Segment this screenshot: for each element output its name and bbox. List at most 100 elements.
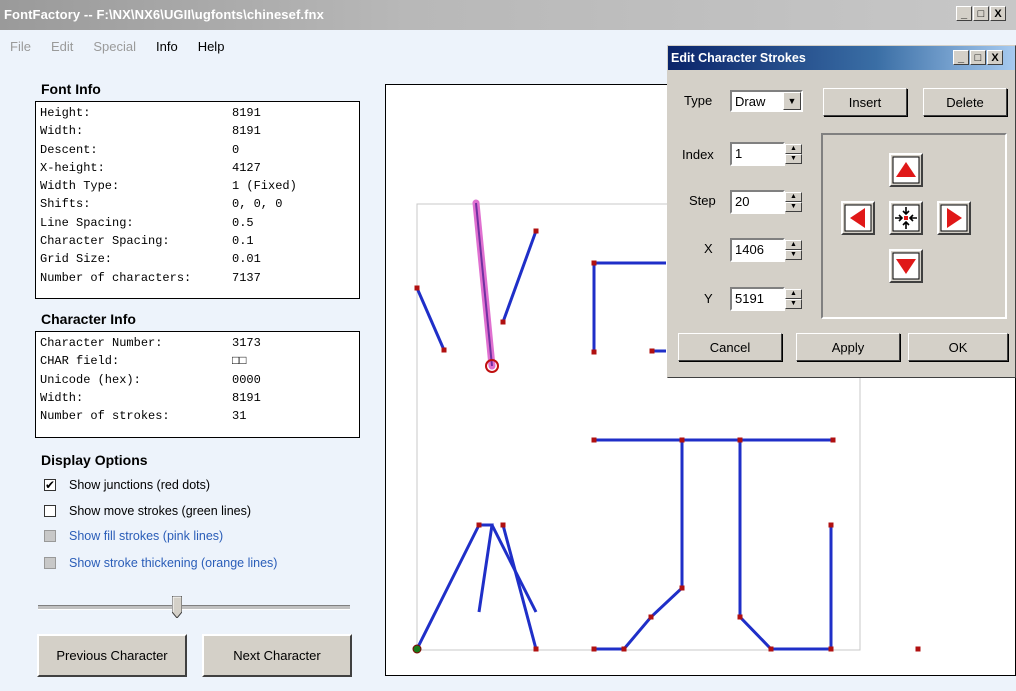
info-value: □□ bbox=[232, 354, 247, 369]
junction-dot bbox=[591, 646, 597, 652]
step-spinner[interactable]: ▲ ▼ bbox=[785, 192, 802, 212]
display-options-title: Display Options bbox=[41, 452, 148, 468]
info-key: Height: bbox=[40, 106, 91, 120]
next-character-button[interactable]: Next Character bbox=[202, 634, 352, 677]
move-left-button[interactable] bbox=[841, 201, 875, 235]
option-show-stroke-thickening: Show stroke thickening (orange lines) bbox=[44, 556, 277, 570]
info-key: Shifts: bbox=[40, 197, 91, 212]
option-label: Show fill strokes (pink lines) bbox=[69, 529, 224, 543]
info-value: 3173 bbox=[232, 336, 261, 350]
center-arrows-icon bbox=[892, 204, 920, 232]
nudge-panel bbox=[821, 133, 1007, 319]
info-row: Shifts: 0, 0, 0 bbox=[40, 195, 359, 213]
info-value: 7137 bbox=[232, 270, 261, 285]
x-spinner[interactable]: ▲ ▼ bbox=[785, 240, 802, 260]
option-show-fill-strokes: Show fill strokes (pink lines) bbox=[44, 529, 223, 543]
info-row: Character Spacing: 0.1 bbox=[40, 232, 359, 250]
edit-strokes-dialog: Edit Character Strokes _ □ X Type Draw ▼… bbox=[667, 45, 1016, 378]
junction-dot bbox=[828, 646, 834, 652]
junction-dot bbox=[591, 437, 597, 443]
junction-dot bbox=[830, 437, 836, 443]
junction-dot bbox=[500, 522, 506, 528]
info-value: 4127 bbox=[232, 160, 261, 175]
junction-dot bbox=[679, 585, 685, 591]
junction-dot bbox=[648, 614, 654, 620]
arrow-up-icon bbox=[892, 156, 920, 184]
info-value: 0.01 bbox=[232, 252, 261, 267]
step-label: Step bbox=[689, 193, 716, 208]
y-spinner[interactable]: ▲ ▼ bbox=[785, 289, 802, 309]
info-key: Character Spacing: bbox=[40, 234, 170, 249]
info-row: Grid Size: 0.01 bbox=[40, 250, 359, 268]
info-value: 8191 bbox=[232, 124, 261, 139]
info-value: 0000 bbox=[232, 372, 261, 387]
center-button[interactable] bbox=[889, 201, 923, 235]
info-key: Grid Size: bbox=[40, 252, 113, 267]
junction-dot bbox=[533, 228, 539, 234]
slider-thumb[interactable] bbox=[172, 596, 182, 618]
info-key: Unicode (hex): bbox=[40, 372, 141, 387]
info-row: Descent: 0 bbox=[40, 141, 359, 159]
insert-button[interactable]: Insert bbox=[823, 88, 907, 116]
junction-dot bbox=[679, 437, 685, 443]
minimize-icon[interactable]: _ bbox=[953, 50, 969, 65]
junction-dot bbox=[768, 646, 774, 652]
option-show-junctions[interactable]: ✔ Show junctions (red dots) bbox=[44, 478, 210, 492]
option-label: Show move strokes (green lines) bbox=[69, 504, 252, 518]
cancel-button[interactable]: Cancel bbox=[678, 333, 782, 361]
index-input[interactable]: 1 bbox=[730, 142, 785, 166]
option-show-move-strokes[interactable]: Show move strokes (green lines) bbox=[44, 504, 251, 518]
junction-dot bbox=[737, 437, 743, 443]
maximize-icon[interactable]: □ bbox=[970, 50, 986, 65]
dialog-title-bar[interactable]: Edit Character Strokes _ □ X bbox=[668, 46, 1015, 70]
junction-dot bbox=[591, 260, 597, 266]
minimize-icon[interactable]: _ bbox=[956, 6, 972, 21]
title-bar[interactable]: FontFactory -- F:\NX\NX6\UGII\ugfonts\ch… bbox=[0, 0, 1016, 30]
slider-track[interactable] bbox=[38, 605, 350, 610]
char-info-title: Character Info bbox=[41, 311, 136, 327]
checkbox-move-strokes[interactable] bbox=[44, 505, 56, 517]
font-info-title: Font Info bbox=[41, 81, 101, 97]
junction-dot bbox=[649, 348, 655, 354]
checkbox-junctions[interactable]: ✔ bbox=[44, 479, 56, 491]
move-right-button[interactable] bbox=[937, 201, 971, 235]
chevron-down-icon[interactable]: ▼ bbox=[783, 92, 801, 110]
menu-help[interactable]: Help bbox=[188, 32, 235, 58]
glyph-stroke bbox=[738, 440, 831, 651]
info-key: Character Number: bbox=[40, 336, 163, 350]
menu-info[interactable]: Info bbox=[146, 32, 188, 58]
move-up-button[interactable] bbox=[889, 153, 923, 187]
apply-button[interactable]: Apply bbox=[796, 333, 900, 361]
info-value: 0, 0, 0 bbox=[232, 197, 283, 212]
glyph-stroke bbox=[594, 440, 684, 651]
info-row: Height: 8191 bbox=[40, 104, 359, 122]
index-spinner[interactable]: ▲ ▼ bbox=[785, 144, 802, 164]
info-key: Width Type: bbox=[40, 179, 120, 194]
y-input[interactable]: 5191 bbox=[730, 287, 785, 311]
info-row: Width: 8191 bbox=[40, 122, 359, 140]
junction-dot bbox=[441, 347, 447, 353]
info-row: Width Type: 1 (Fixed) bbox=[40, 177, 359, 195]
menu-file[interactable]: File bbox=[0, 32, 41, 58]
info-row: Unicode (hex): 0000 bbox=[40, 371, 359, 389]
step-input[interactable]: 20 bbox=[730, 190, 785, 214]
menu-edit[interactable]: Edit bbox=[41, 32, 83, 58]
menu-special[interactable]: Special bbox=[83, 32, 146, 58]
previous-character-button[interactable]: Previous Character bbox=[37, 634, 187, 677]
close-icon[interactable]: X bbox=[987, 50, 1003, 65]
arrow-down-icon bbox=[892, 252, 920, 280]
y-label: Y bbox=[704, 291, 713, 306]
ok-button[interactable]: OK bbox=[908, 333, 1008, 361]
junction-dot bbox=[500, 319, 506, 325]
glyph-stroke bbox=[415, 524, 481, 650]
info-row: CHAR field: □□ bbox=[40, 352, 359, 370]
x-label: X bbox=[704, 241, 713, 256]
delete-button[interactable]: Delete bbox=[923, 88, 1007, 116]
move-down-button[interactable] bbox=[889, 249, 923, 283]
info-row: Line Spacing: 0.5 bbox=[40, 214, 359, 232]
x-input[interactable]: 1406 bbox=[730, 238, 785, 262]
junction-dot bbox=[737, 614, 743, 620]
start-point-marker bbox=[412, 644, 422, 654]
maximize-icon[interactable]: □ bbox=[973, 6, 989, 21]
close-icon[interactable]: X bbox=[990, 6, 1006, 21]
